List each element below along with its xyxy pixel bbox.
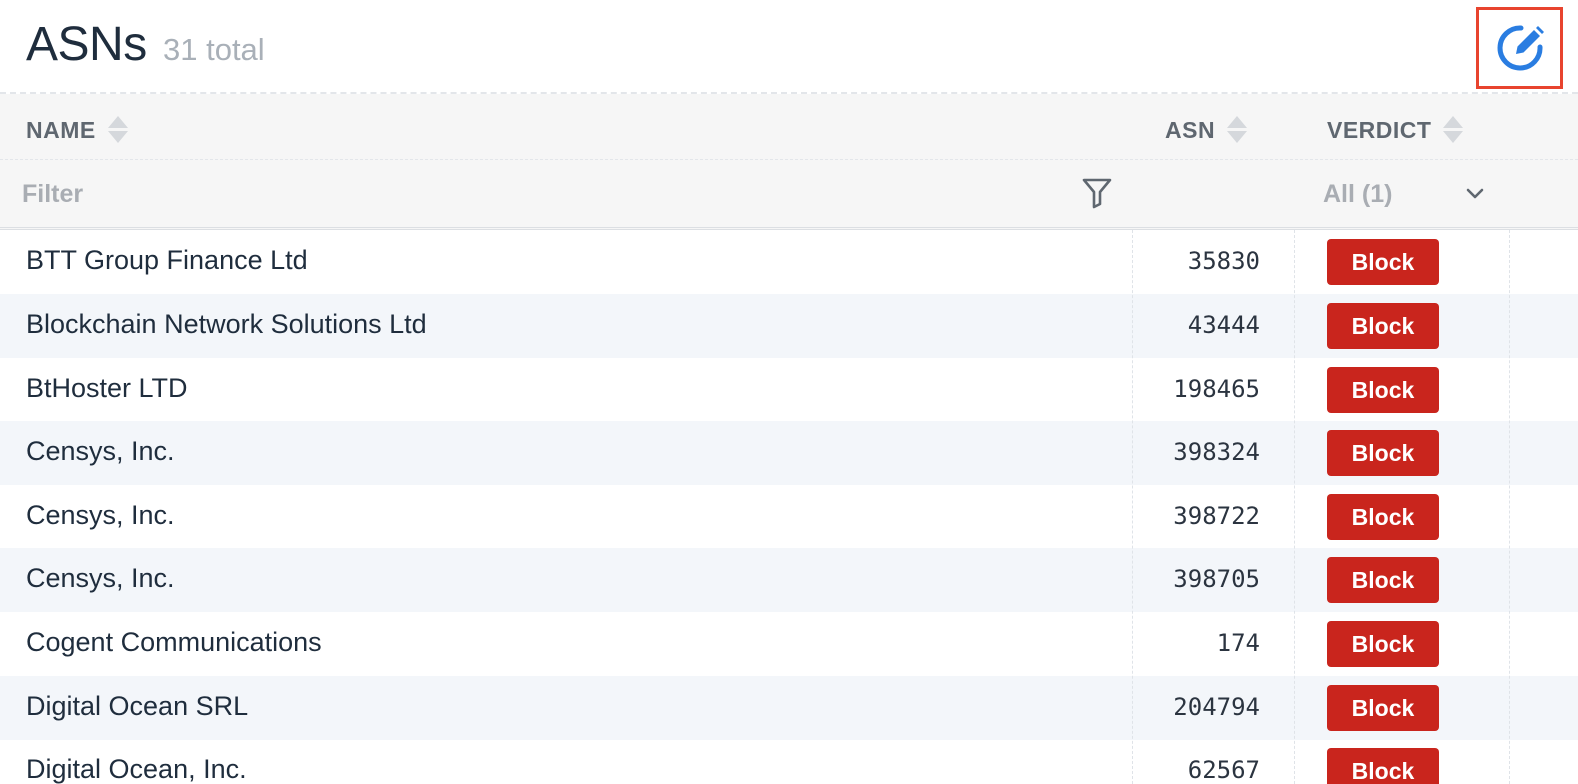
- sort-icon[interactable]: [1443, 116, 1464, 144]
- table-body: BTT Group Finance Ltd 35830 Block Blockc…: [0, 230, 1578, 784]
- column-header-verdict-label: VERDICT: [1327, 116, 1432, 143]
- edit-icon: [1497, 25, 1544, 71]
- name-filter-input[interactable]: [22, 176, 1102, 212]
- table-row[interactable]: Digital Ocean, Inc. 62567 Block: [0, 739, 1578, 784]
- table-header: NAME ASN VERDICT All (1): [0, 94, 1578, 230]
- column-header-row: NAME ASN VERDICT: [0, 94, 1578, 160]
- table-row[interactable]: Cogent Communications 174 Block: [0, 612, 1578, 676]
- asn-number: 43444: [1187, 311, 1260, 339]
- chevron-down-icon: [1466, 188, 1484, 199]
- verdict-block-button[interactable]: Block: [1327, 748, 1439, 784]
- asn-name: Digital Ocean, Inc.: [26, 754, 247, 784]
- verdict-block-button[interactable]: Block: [1327, 621, 1439, 667]
- table-row[interactable]: Blockchain Network Solutions Ltd 43444 B…: [0, 294, 1578, 358]
- verdict-filter-select[interactable]: All (1): [1323, 176, 1493, 212]
- asn-name: Censys, Inc.: [26, 436, 175, 466]
- verdict-block-button[interactable]: Block: [1327, 494, 1439, 540]
- table-row[interactable]: BTT Group Finance Ltd 35830 Block: [0, 230, 1578, 294]
- column-header-name[interactable]: NAME: [26, 116, 128, 144]
- page-header: ASNs 31 total: [0, 0, 1578, 94]
- table-row[interactable]: Censys, Inc. 398722 Block: [0, 485, 1578, 549]
- asn-name: Digital Ocean SRL: [26, 691, 249, 721]
- verdict-block-button[interactable]: Block: [1327, 367, 1439, 413]
- column-header-name-label: NAME: [26, 116, 96, 143]
- verdict-block-button[interactable]: Block: [1327, 557, 1439, 603]
- sort-icon[interactable]: [1227, 116, 1248, 144]
- column-divider: [1132, 230, 1133, 784]
- asn-number: 62567: [1187, 756, 1260, 784]
- column-header-verdict[interactable]: VERDICT: [1327, 116, 1464, 144]
- verdict-block-button[interactable]: Block: [1327, 430, 1439, 476]
- column-divider: [1509, 230, 1510, 784]
- verdict-block-button[interactable]: Block: [1327, 303, 1439, 349]
- asn-number: 398705: [1173, 565, 1260, 593]
- asn-number: 204794: [1173, 693, 1260, 721]
- asn-number: 35830: [1187, 247, 1260, 275]
- asn-name: BtHoster LTD: [26, 373, 188, 403]
- filter-icon[interactable]: [1082, 177, 1112, 209]
- table-row[interactable]: BtHoster LTD 198465 Block: [0, 358, 1578, 422]
- table-row[interactable]: Censys, Inc. 398705 Block: [0, 548, 1578, 612]
- asn-name: Blockchain Network Solutions Ltd: [26, 309, 427, 339]
- verdict-filter-value: All (1): [1323, 179, 1393, 208]
- column-divider: [1294, 230, 1295, 784]
- sort-icon[interactable]: [107, 116, 128, 144]
- asn-name: Censys, Inc.: [26, 500, 175, 530]
- page-title: ASNs: [26, 18, 147, 71]
- asn-number: 398324: [1173, 438, 1260, 466]
- verdict-block-button[interactable]: Block: [1327, 239, 1439, 285]
- asn-number: 174: [1216, 629, 1260, 657]
- column-header-asn[interactable]: ASN: [1165, 116, 1248, 144]
- total-count: 31 total: [163, 32, 265, 67]
- edit-button[interactable]: [1476, 7, 1563, 89]
- table-row[interactable]: Digital Ocean SRL 204794 Block: [0, 676, 1578, 740]
- table-row[interactable]: Censys, Inc. 398324 Block: [0, 421, 1578, 485]
- filter-row: All (1): [0, 160, 1578, 227]
- asn-name: Cogent Communications: [26, 627, 322, 657]
- asn-number: 398722: [1173, 502, 1260, 530]
- asn-name: Censys, Inc.: [26, 563, 175, 593]
- column-header-asn-label: ASN: [1165, 116, 1216, 143]
- verdict-block-button[interactable]: Block: [1327, 685, 1439, 731]
- asn-number: 198465: [1173, 375, 1260, 403]
- asn-name: BTT Group Finance Ltd: [26, 245, 308, 275]
